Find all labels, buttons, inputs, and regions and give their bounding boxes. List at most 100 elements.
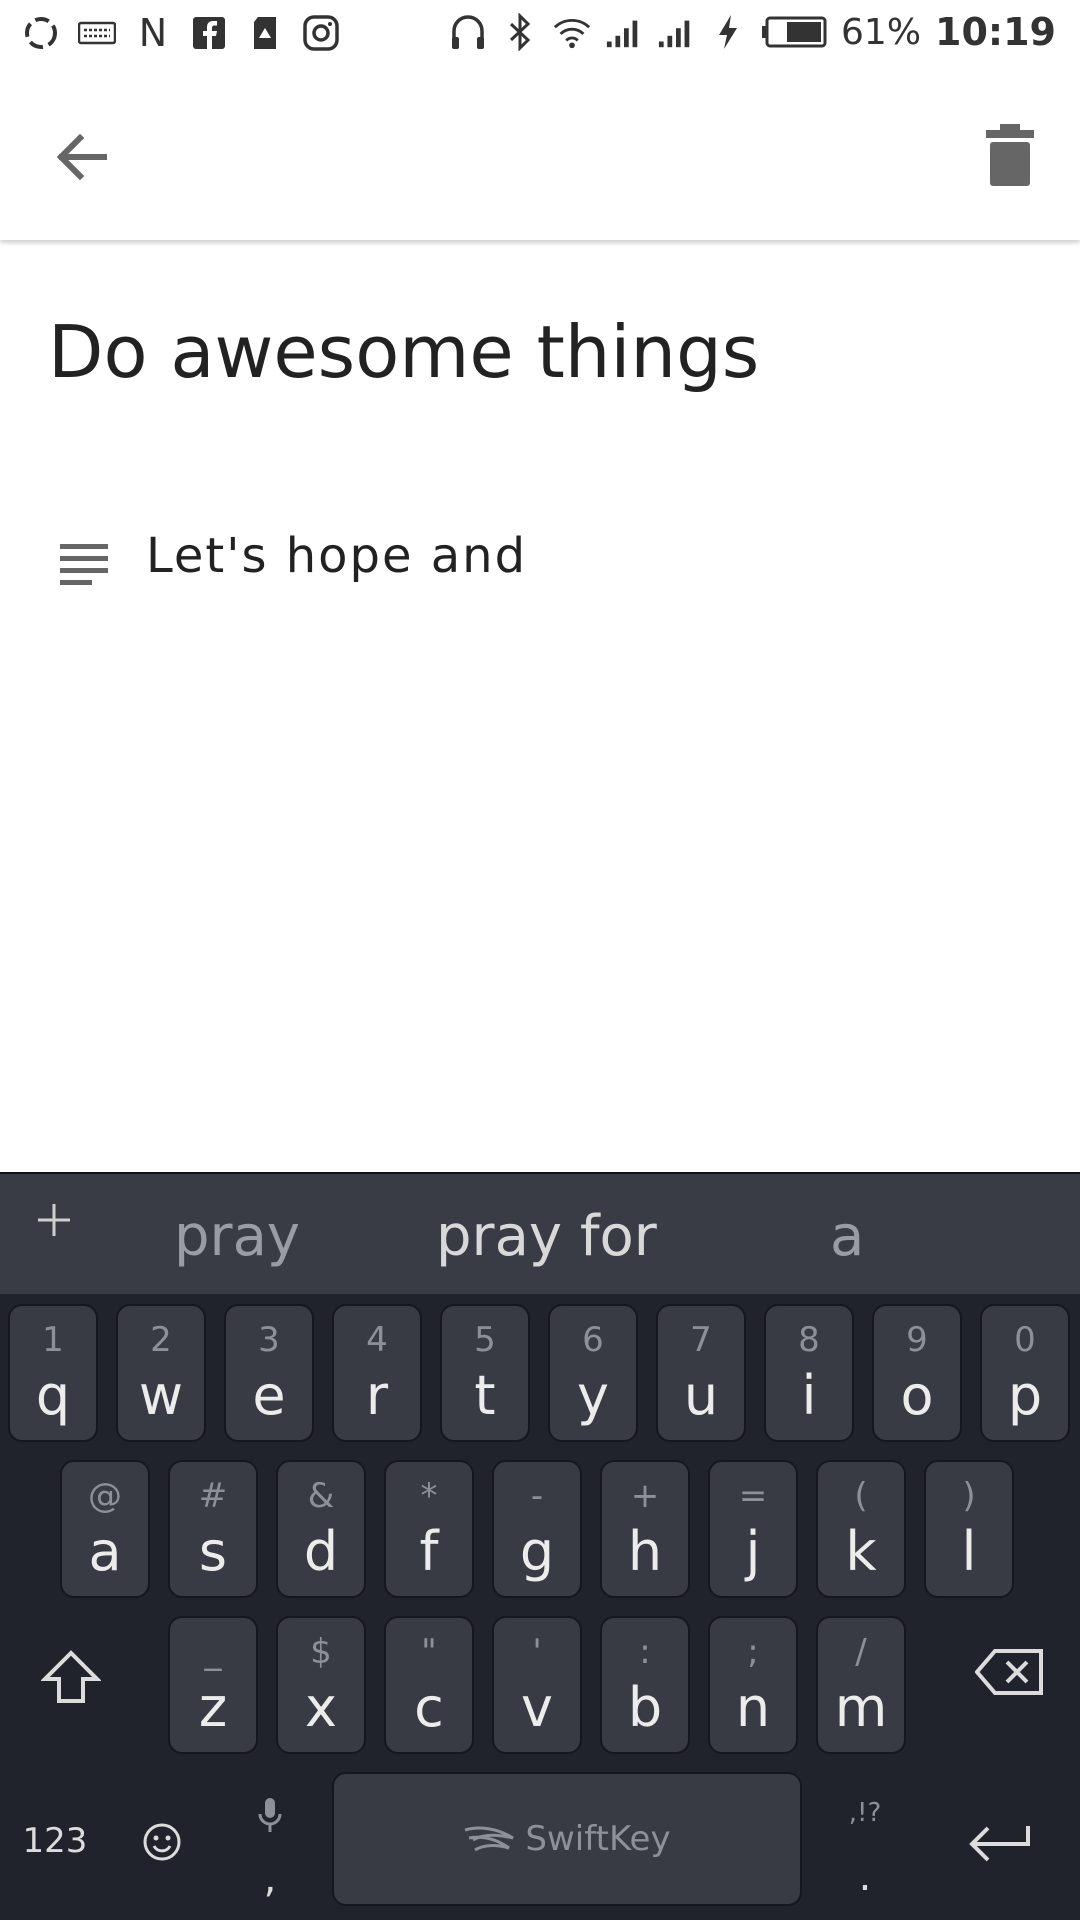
signal-2-icon bbox=[657, 13, 695, 51]
note-body-row: Let's hope and bbox=[58, 522, 527, 590]
key-x[interactable]: $ x bbox=[276, 1616, 366, 1754]
enter-key[interactable] bbox=[964, 1818, 1034, 1868]
key-r[interactable]: 4r bbox=[332, 1304, 422, 1442]
key-label: g bbox=[519, 1520, 555, 1583]
comma-label: , bbox=[263, 1856, 277, 1902]
key-label: e bbox=[252, 1364, 286, 1427]
key-hint: " bbox=[421, 1632, 437, 1672]
key-hint: 8 bbox=[798, 1320, 820, 1360]
headphones-icon bbox=[449, 13, 487, 51]
period-key[interactable]: ,!? . bbox=[840, 1784, 890, 1914]
key-w[interactable]: 2w bbox=[116, 1304, 206, 1442]
key-label: u bbox=[683, 1364, 719, 1427]
instagram-icon bbox=[302, 14, 340, 52]
key-f[interactable]: * f bbox=[384, 1460, 474, 1598]
key-hint: # bbox=[198, 1476, 228, 1516]
suggestion-bar: pray pray for a bbox=[0, 1172, 1080, 1294]
key-hint: 6 bbox=[582, 1320, 604, 1360]
enter-icon bbox=[969, 1826, 1030, 1862]
key-label: i bbox=[801, 1364, 817, 1427]
keyboard: pray pray for a 1 q 2 w 3 e 4 r 5 t 6 y 7 u 8 i 9 o 0 p @ a # s… bbox=[0, 1172, 1080, 1920]
key-s[interactable]: # s bbox=[168, 1460, 258, 1598]
key-i[interactable]: 8i bbox=[764, 1304, 854, 1442]
key-label: m bbox=[834, 1676, 888, 1739]
key-label: r bbox=[365, 1364, 389, 1427]
signal-1-icon bbox=[605, 13, 643, 51]
key-hint: * bbox=[420, 1476, 438, 1516]
key-h[interactable]: + h bbox=[600, 1460, 690, 1598]
key-label: x bbox=[305, 1676, 337, 1739]
key-hint: 0 bbox=[1014, 1320, 1036, 1360]
sd-icon bbox=[246, 14, 284, 52]
key-a[interactable]: @ a bbox=[60, 1460, 150, 1598]
suggestion-2[interactable]: pray for bbox=[436, 1204, 657, 1269]
key-v[interactable]: ' v bbox=[492, 1616, 582, 1754]
key-m[interactable]: / m bbox=[816, 1616, 906, 1754]
swiftkey-logo-icon bbox=[464, 1826, 515, 1852]
clock: 10:19 bbox=[935, 10, 1056, 54]
text-lines-icon bbox=[60, 544, 108, 585]
key-g[interactable]: -g bbox=[492, 1460, 582, 1598]
key-d[interactable]: & d bbox=[276, 1460, 366, 1598]
keyboard-icon bbox=[78, 14, 116, 52]
emoji-key[interactable] bbox=[140, 1820, 184, 1864]
shift-key[interactable] bbox=[36, 1642, 106, 1712]
bluetooth-icon bbox=[501, 13, 539, 51]
key-label: c bbox=[414, 1676, 444, 1739]
key-u[interactable]: 7u bbox=[656, 1304, 746, 1442]
key-label: w bbox=[138, 1364, 184, 1427]
key-hint: 2 bbox=[150, 1320, 172, 1360]
key-label: p bbox=[1007, 1364, 1043, 1427]
note-title[interactable]: Do awesome things bbox=[48, 310, 759, 394]
key-o[interactable]: 9o bbox=[872, 1304, 962, 1442]
key-label: o bbox=[900, 1364, 934, 1427]
backspace-icon bbox=[975, 1649, 1043, 1695]
key-hint: ( bbox=[854, 1476, 868, 1516]
key-label: n bbox=[735, 1676, 771, 1739]
key-label: t bbox=[474, 1364, 496, 1427]
key-j[interactable]: = j bbox=[708, 1460, 798, 1598]
key-n[interactable]: ; n bbox=[708, 1616, 798, 1754]
numbers-key[interactable]: 123 bbox=[20, 1808, 90, 1874]
key-b[interactable]: :b bbox=[600, 1616, 690, 1754]
key-k[interactable]: (k bbox=[816, 1460, 906, 1598]
key-z[interactable]: _ z bbox=[168, 1616, 258, 1754]
key-label: s bbox=[198, 1520, 228, 1583]
key-hint: 1 bbox=[42, 1320, 64, 1360]
key-p[interactable]: 0p bbox=[980, 1304, 1070, 1442]
space-brand-label: SwiftKey bbox=[525, 1819, 671, 1859]
key-l[interactable]: ) l bbox=[924, 1460, 1014, 1598]
key-q[interactable]: 1q bbox=[8, 1304, 98, 1442]
space-key[interactable]: SwiftKey bbox=[332, 1772, 802, 1906]
key-hint: ' bbox=[532, 1632, 542, 1672]
key-label: b bbox=[627, 1676, 663, 1739]
key-label: a bbox=[88, 1520, 122, 1583]
emoji-icon bbox=[143, 1823, 181, 1861]
key-hint: 5 bbox=[474, 1320, 496, 1360]
key-label: l bbox=[961, 1520, 977, 1583]
key-hint: - bbox=[530, 1476, 544, 1516]
comma-key[interactable]: , bbox=[250, 1784, 290, 1914]
note-body-input[interactable]: Let's hope and bbox=[146, 528, 527, 584]
key-y[interactable]: 6y bbox=[548, 1304, 638, 1442]
suggestion-1[interactable]: pray bbox=[174, 1204, 300, 1269]
key-label: f bbox=[419, 1520, 439, 1583]
key-e[interactable]: 3e bbox=[224, 1304, 314, 1442]
key-label: v bbox=[521, 1676, 553, 1739]
key-label: z bbox=[198, 1676, 228, 1739]
delete-button[interactable] bbox=[980, 122, 1040, 188]
backspace-key[interactable] bbox=[974, 1644, 1046, 1700]
key-c[interactable]: " c bbox=[384, 1616, 474, 1754]
key-label: h bbox=[627, 1520, 663, 1583]
plus-icon[interactable] bbox=[36, 1202, 72, 1238]
battery-icon bbox=[761, 13, 827, 51]
sync-icon bbox=[22, 14, 60, 52]
back-button[interactable] bbox=[48, 122, 118, 192]
key-label: j bbox=[745, 1520, 761, 1583]
key-hint: = bbox=[738, 1476, 768, 1516]
shift-icon bbox=[41, 1650, 101, 1703]
key-hint: ) bbox=[962, 1476, 976, 1516]
key-label: k bbox=[845, 1520, 877, 1583]
key-t[interactable]: 5t bbox=[440, 1304, 530, 1442]
suggestion-3[interactable]: a bbox=[830, 1204, 864, 1269]
